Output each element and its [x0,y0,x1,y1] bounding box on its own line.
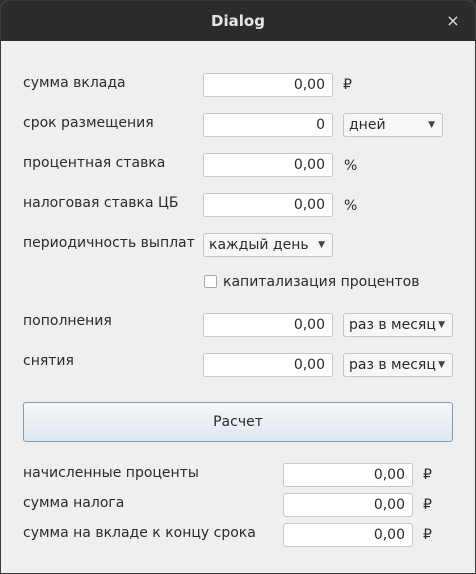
term-label: срок размещения [23,115,154,131]
chevron-down-icon: ▼ [428,120,435,130]
deposits-field[interactable]: 0,00 [203,313,333,337]
interest-rate-field[interactable]: 0,00 [203,153,333,177]
tax-amount-label: сумма налога [23,495,125,511]
withdrawals-frequency-select[interactable]: раз в месяц ▼ [343,353,453,377]
cb-tax-rate-label: налоговая ставка ЦБ [23,195,179,211]
accrued-interest-unit: ₽ [423,467,432,483]
interest-rate-label: процентная ставка [23,155,166,171]
cb-tax-rate-field[interactable]: 0,00 [203,193,333,217]
tax-amount-field[interactable]: 0,00 [283,493,413,517]
final-balance-label: сумма на вкладе к концу срока [23,525,256,541]
withdrawals-label: снятия [23,353,74,369]
deposit-amount-unit: ₽ [343,77,352,93]
payout-frequency-value: каждый день [209,237,309,253]
calculate-button[interactable]: Расчет [23,402,453,442]
withdrawals-frequency-value: раз в месяц [349,357,436,373]
interest-rate-unit: % [344,158,358,174]
accrued-interest-field[interactable]: 0,00 [283,463,413,487]
accrued-interest-label: начисленные проценты [23,465,199,481]
deposits-frequency-value: раз в месяц [349,317,436,333]
chevron-down-icon: ▼ [318,240,325,250]
payout-frequency-select[interactable]: каждый день ▼ [203,233,333,257]
final-balance-field[interactable]: 0,00 [283,523,413,547]
payout-frequency-label: периодичность выплат [23,235,195,251]
chevron-down-icon: ▼ [438,320,445,330]
dialog-window: Dialog × сумма вклада 0,00 ₽ срок размещ… [0,0,476,574]
term-field[interactable]: 0 [203,113,333,137]
title-bar: Dialog × [1,1,475,41]
capitalization-label[interactable]: капитализация процентов [223,274,419,290]
deposits-frequency-select[interactable]: раз в месяц ▼ [343,313,453,337]
term-period-value: дней [349,117,386,133]
cb-tax-rate-unit: % [344,198,358,214]
deposit-amount-label: сумма вклада [23,75,126,91]
close-icon[interactable]: × [443,11,463,31]
deposit-amount-field[interactable]: 0,00 [203,73,333,97]
term-period-select[interactable]: дней ▼ [343,113,443,137]
withdrawals-field[interactable]: 0,00 [203,353,333,377]
final-balance-unit: ₽ [423,527,432,543]
capitalization-checkbox[interactable] [204,275,217,288]
chevron-down-icon: ▼ [438,360,445,370]
tax-amount-unit: ₽ [423,497,432,513]
deposits-label: пополнения [23,313,112,329]
window-title: Dialog [211,12,265,30]
